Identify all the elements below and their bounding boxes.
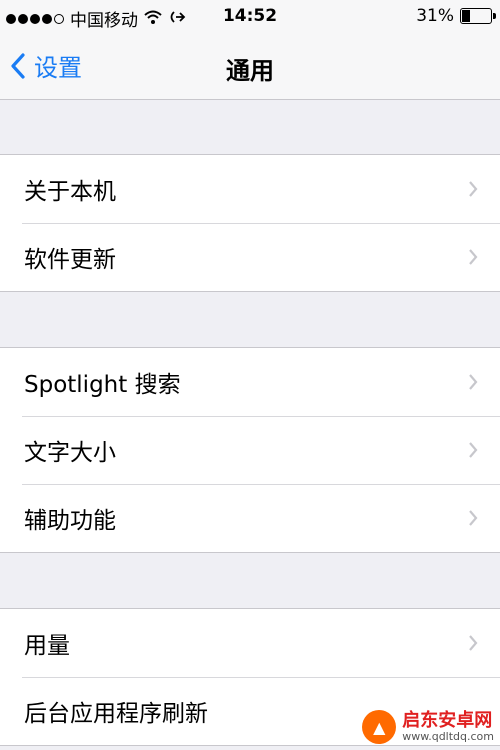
watermark-url: www.qdltdq.com xyxy=(402,729,494,743)
list-item-usage[interactable]: 用量 xyxy=(0,609,500,677)
chevron-right-icon xyxy=(469,442,478,458)
list-item-label: 后台应用程序刷新 xyxy=(24,701,208,727)
chevron-right-icon xyxy=(469,510,478,526)
settings-group-1: 关于本机 软件更新 xyxy=(0,154,500,292)
list-item-label: 软件更新 xyxy=(24,247,116,273)
list-item-spotlight[interactable]: Spotlight 搜索 xyxy=(0,348,500,416)
chevron-right-icon xyxy=(469,635,478,651)
list-item-label: Spotlight 搜索 xyxy=(24,372,181,398)
list-item-about[interactable]: 关于本机 xyxy=(0,155,500,223)
list-item-software-update[interactable]: 软件更新 xyxy=(0,223,500,291)
page-title: 通用 xyxy=(226,57,274,85)
list-item-accessibility[interactable]: 辅助功能 xyxy=(0,484,500,552)
list-item-label: 文字大小 xyxy=(24,440,116,466)
status-bar: 中国移动 14:52 31% xyxy=(0,0,500,34)
list-item-label: 关于本机 xyxy=(24,179,116,205)
list-item-label: 辅助功能 xyxy=(24,508,116,534)
navigation-bar: 设置 通用 xyxy=(0,34,500,100)
watermark-logo-icon: ▲ xyxy=(362,710,397,744)
chevron-right-icon xyxy=(469,249,478,265)
list-item-label: 用量 xyxy=(24,633,70,659)
chevron-right-icon xyxy=(469,374,478,390)
watermark: ▲ 启东安卓网 www.qdltdq.com xyxy=(362,710,494,744)
battery-icon xyxy=(460,8,496,24)
watermark-name: 启东安卓网 xyxy=(402,710,493,732)
battery-percent: 31% xyxy=(416,6,454,26)
chevron-right-icon xyxy=(469,181,478,197)
list-item-text-size[interactable]: 文字大小 xyxy=(0,416,500,484)
settings-group-2: Spotlight 搜索 文字大小 辅助功能 xyxy=(0,347,500,553)
battery-fill xyxy=(462,10,470,22)
status-right: 31% xyxy=(416,6,496,26)
